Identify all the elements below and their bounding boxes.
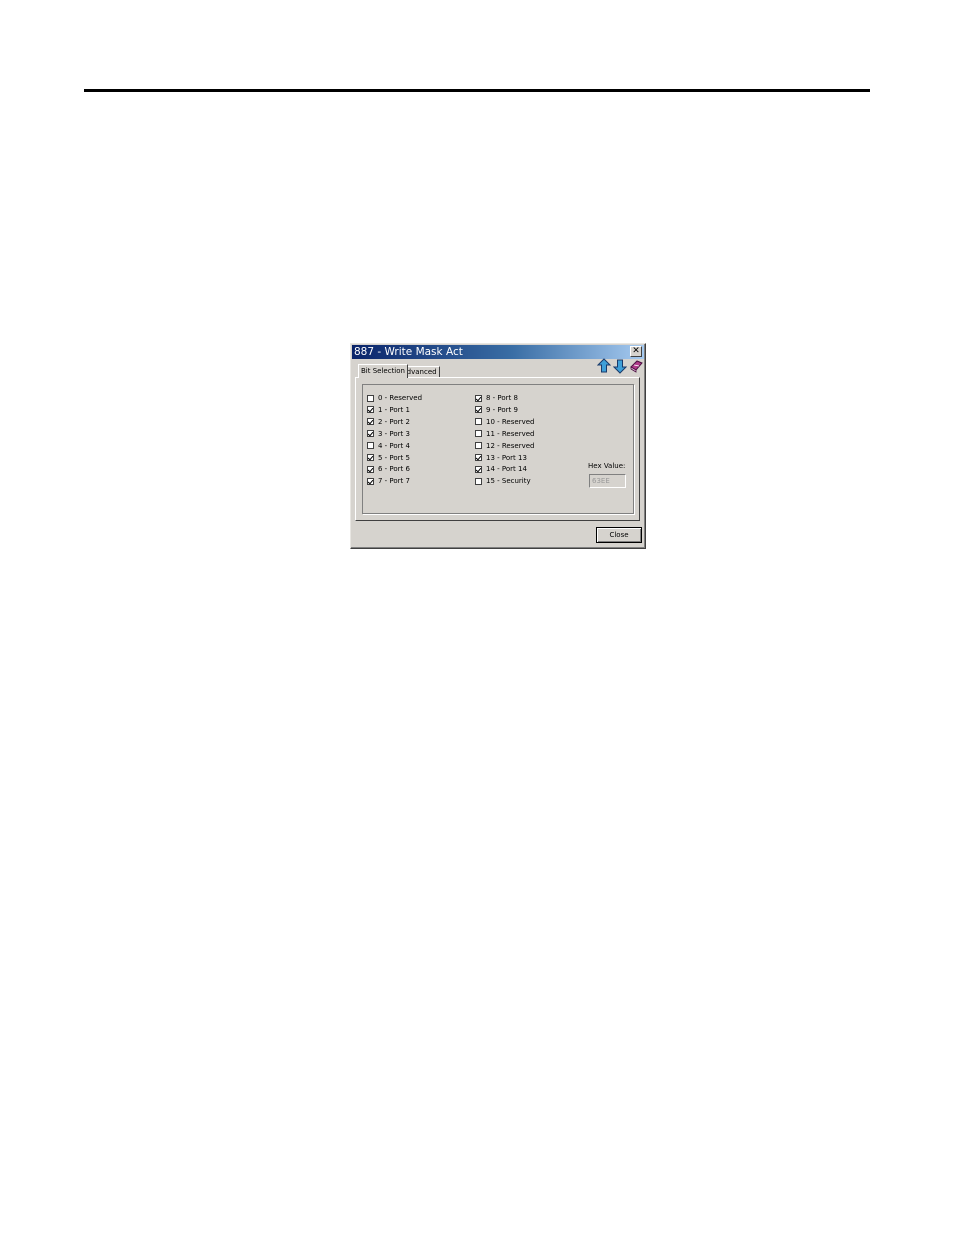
checkbox-label: 13 - Port 13 <box>486 453 527 462</box>
checkbox-box[interactable] <box>475 418 482 426</box>
title-bar[interactable]: 887 - Write Mask Act ✕ <box>352 345 644 359</box>
bit-5-checkbox[interactable]: 5 - Port 5 <box>367 453 410 463</box>
checkbox-label: 0 - Reserved <box>378 394 423 402</box>
checkbox-box[interactable] <box>367 430 374 438</box>
checkbox-box[interactable] <box>367 454 374 461</box>
bit-15-checkbox[interactable]: 15 - Security <box>475 476 531 486</box>
checkbox-box[interactable] <box>475 442 482 450</box>
arrow-up-icon[interactable] <box>597 358 611 374</box>
page-header-rule <box>84 89 870 92</box>
checkbox-box[interactable] <box>367 465 374 473</box>
hex-value-field: 63EE <box>589 474 626 488</box>
checkbox-box[interactable] <box>367 394 374 402</box>
tab-bit-selection[interactable]: Bit Selection <box>358 364 408 378</box>
checkbox-label: 12 - Reserved <box>486 441 535 450</box>
checkbox-label: 8 - Port 8 <box>486 394 518 402</box>
bit-1-checkbox[interactable]: 1 - Port 1 <box>367 405 410 415</box>
checkbox-box[interactable] <box>367 418 374 426</box>
checkbox-label: 9 - Port 9 <box>486 405 518 414</box>
bit-14-checkbox[interactable]: 14 - Port 14 <box>475 464 527 474</box>
checkbox-box[interactable] <box>475 394 482 402</box>
checkbox-label: 11 - Reserved <box>486 429 535 438</box>
dialog-title: 887 - Write Mask Act <box>354 346 463 358</box>
checkbox-box[interactable] <box>367 406 374 414</box>
checkbox-box[interactable] <box>367 442 374 450</box>
checkbox-label: 15 - Security <box>486 477 531 486</box>
checkbox-box[interactable] <box>475 477 482 485</box>
close-icon[interactable]: ✕ <box>630 346 642 357</box>
checkbox-box[interactable] <box>367 477 374 485</box>
checkbox-box[interactable] <box>475 406 482 414</box>
bit-3-checkbox[interactable]: 3 - Port 3 <box>367 429 410 439</box>
bit-0-checkbox[interactable]: 0 - Reserved <box>367 393 422 403</box>
close-button[interactable]: Close <box>596 527 642 543</box>
checkbox-label: 14 - Port 14 <box>486 465 527 474</box>
checkbox-label: 10 - Reserved <box>486 417 535 426</box>
checkbox-label: 1 - Port 1 <box>378 405 410 414</box>
checkbox-label: 7 - Port 7 <box>378 477 410 486</box>
checkbox-label: 4 - Port 4 <box>378 441 410 450</box>
checkbox-label: 5 - Port 5 <box>378 453 410 462</box>
bit-10-checkbox[interactable]: 10 - Reserved <box>475 417 534 427</box>
bit-12-checkbox[interactable]: 12 - Reserved <box>475 441 534 451</box>
help-book-icon[interactable] <box>629 358 643 374</box>
bit-9-checkbox[interactable]: 9 - Port 9 <box>475 405 518 415</box>
checkbox-box[interactable] <box>475 430 482 438</box>
bit-8-checkbox[interactable]: 8 - Port 8 <box>475 393 518 403</box>
bit-11-checkbox[interactable]: 11 - Reserved <box>475 429 534 439</box>
checkbox-label: 3 - Port 3 <box>378 429 410 438</box>
bit-13-checkbox[interactable]: 13 - Port 13 <box>475 453 527 463</box>
bit-7-checkbox[interactable]: 7 - Port 7 <box>367 476 410 486</box>
checkbox-label: 2 - Port 2 <box>378 417 410 426</box>
arrow-down-icon[interactable] <box>613 358 627 374</box>
bit-2-checkbox[interactable]: 2 - Port 2 <box>367 417 410 427</box>
checkbox-box[interactable] <box>475 454 482 461</box>
hex-value-label: Hex Value: <box>588 462 626 470</box>
bit-6-checkbox[interactable]: 6 - Port 6 <box>367 464 410 474</box>
checkbox-box[interactable] <box>475 465 482 473</box>
bit-4-checkbox[interactable]: 4 - Port 4 <box>367 441 410 451</box>
checkbox-label: 6 - Port 6 <box>378 465 410 474</box>
